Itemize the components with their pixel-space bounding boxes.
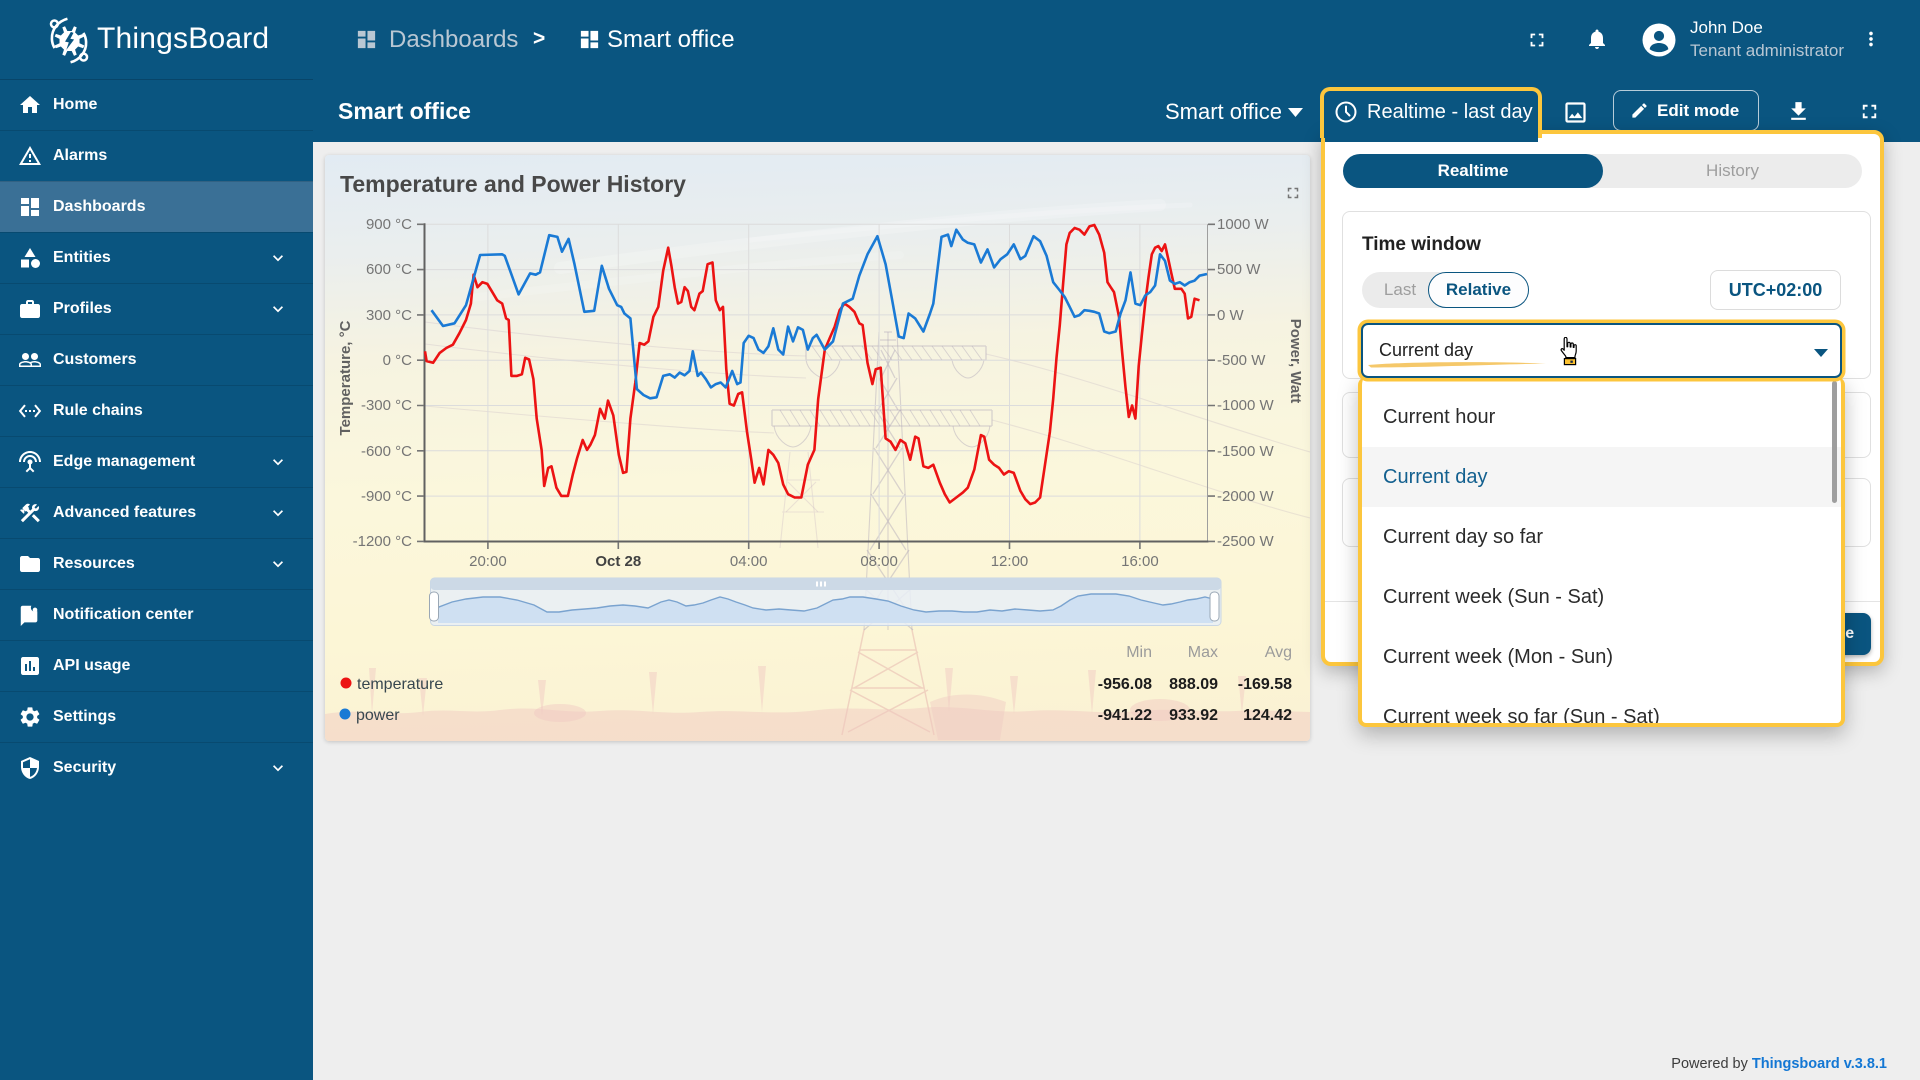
svg-text:-1500 W: -1500 W (1217, 443, 1275, 460)
svg-text:933.92: 933.92 (1169, 707, 1218, 724)
svg-text:300 °C: 300 °C (366, 307, 412, 324)
svg-text:Oct 28: Oct 28 (595, 553, 641, 570)
svg-text:-600 °C: -600 °C (361, 443, 412, 460)
svg-text:900 °C: 900 °C (366, 216, 412, 233)
svg-text:0 W: 0 W (1217, 307, 1245, 324)
svg-text:-900 °C: -900 °C (361, 488, 412, 505)
svg-text:08:00: 08:00 (860, 553, 898, 570)
svg-text:-2500 W: -2500 W (1217, 533, 1275, 550)
svg-text:-300 °C: -300 °C (361, 397, 412, 414)
svg-text:-941.22: -941.22 (1098, 707, 1152, 724)
svg-text:temperature: temperature (357, 676, 443, 693)
svg-text:20:00: 20:00 (469, 553, 507, 570)
svg-text:-169.58: -169.58 (1238, 676, 1292, 693)
svg-text:-1000 W: -1000 W (1217, 397, 1275, 414)
svg-text:04:00: 04:00 (730, 553, 768, 570)
svg-text:-1200 °C: -1200 °C (353, 533, 413, 550)
svg-text:Max: Max (1188, 644, 1218, 661)
svg-text:600 °C: 600 °C (366, 261, 412, 278)
svg-text:500 W: 500 W (1217, 261, 1261, 278)
svg-text:Power, Watt: Power, Watt (1287, 319, 1304, 403)
svg-text:Avg: Avg (1265, 644, 1292, 661)
svg-text:12:00: 12:00 (991, 553, 1029, 570)
svg-text:16:00: 16:00 (1121, 553, 1159, 570)
svg-text:1000 W: 1000 W (1217, 216, 1270, 233)
svg-text:-956.08: -956.08 (1098, 676, 1152, 693)
svg-text:-500 W: -500 W (1217, 352, 1266, 369)
svg-text:888.09: 888.09 (1169, 676, 1218, 693)
svg-text:124.42: 124.42 (1243, 707, 1292, 724)
svg-text:Temperature, °C: Temperature, °C (337, 320, 354, 435)
svg-text:-2000 W: -2000 W (1217, 488, 1275, 505)
svg-text:Min: Min (1126, 644, 1152, 661)
svg-text:power: power (356, 707, 400, 724)
svg-text:0 °C: 0 °C (383, 352, 413, 369)
